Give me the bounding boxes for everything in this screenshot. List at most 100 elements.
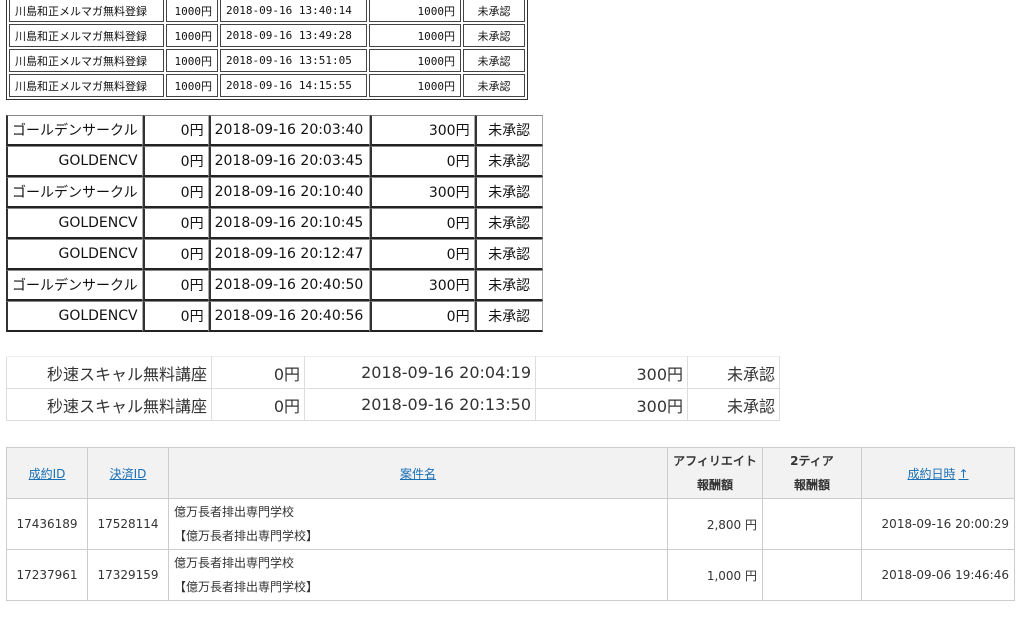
datetime: 2018-09-16 13:51:05 [220,49,367,72]
status: 未承認 [474,301,543,332]
status: 未承認 [687,388,780,421]
table-row: GOLDENCV 0円 2018-09-16 20:10:45 0円 未承認 [6,208,543,239]
datetime: 2018-09-16 13:40:14 [220,0,367,22]
status: 未承認 [474,208,543,239]
table-row: GOLDENCV 0円 2018-09-16 20:40:56 0円 未承認 [6,301,543,332]
item-name: 川島和正メルマガ無料登録 [9,24,164,47]
price: 0円 [142,239,209,270]
header-payment-id: 決済ID [87,447,169,499]
contract-date-cell: 2018-09-16 20:00:29 [861,498,1015,550]
sort-item-name-link[interactable]: 案件名 [400,467,436,481]
status: 未承認 [463,74,525,97]
price: 0円 [142,301,209,332]
price: 0円 [142,208,209,239]
reward: 0円 [369,146,475,177]
header-affiliate-line2: 報酬額 [696,478,733,492]
table-row: 秒速スキャル無料講座 0円 2018-09-16 20:04:19 300円 未… [6,356,780,389]
golden-circle-table: ゴールデンサークル 0円 2018-09-16 20:03:40 300円 未承… [6,115,543,332]
payment-id-cell: 17329159 [87,549,169,601]
item-name: GOLDENCV [6,301,143,332]
header-row: 成約ID 決済ID 案件名 アフィリエイト 報酬額 2ティア 報酬額 成約日時 ↑ [6,447,1015,499]
status: 未承認 [474,177,543,208]
status: 未承認 [687,356,780,389]
header-tier-line1: 2ティア [790,454,834,468]
payment-id-cell: 17528114 [87,498,169,550]
price: 1000円 [166,49,218,72]
reward: 0円 [369,239,475,270]
datetime: 2018-09-16 20:10:45 [208,208,370,239]
header-contract-id: 成約ID [6,447,88,499]
datetime: 2018-09-16 20:03:45 [208,146,370,177]
status: 未承認 [463,49,525,72]
contract-date-cell: 2018-09-06 19:46:46 [861,549,1015,601]
datetime: 2018-09-16 14:15:55 [220,74,367,97]
contract-id-cell: 17237961 [6,549,88,601]
table-row: GOLDENCV 0円 2018-09-16 20:12:47 0円 未承認 [6,239,543,270]
sort-contract-date-link[interactable]: 成約日時 ↑ [907,467,968,481]
item-name: ゴールデンサークル [6,177,143,208]
price: 1000円 [166,0,218,22]
item-name: 秒速スキャル無料講座 [6,388,212,421]
results-table: 成約ID 決済ID 案件名 アフィリエイト 報酬額 2ティア 報酬額 成約日時 ↑… [6,447,1015,601]
table-row: ゴールデンサークル 0円 2018-09-16 20:03:40 300円 未承… [6,115,543,146]
table-row: 川島和正メルマガ無料登録 1000円 2018-09-16 13:51:05 1… [9,49,525,72]
reward: 1000円 [369,24,461,47]
item-name: ゴールデンサークル [6,115,143,146]
item-name: 秒速スキャル無料講座 [6,356,212,389]
datetime: 2018-09-16 20:40:56 [208,301,370,332]
reward: 300円 [369,115,475,146]
reward: 1000円 [369,74,461,97]
table-row: ゴールデンサークル 0円 2018-09-16 20:10:40 300円 未承… [6,177,543,208]
item-name-line1: 億万長者排出専門学校 [174,556,295,570]
price: 1000円 [166,74,218,97]
status: 未承認 [463,0,525,22]
status: 未承認 [474,115,543,146]
table-row: 川島和正メルマガ無料登録 1000円 2018-09-16 13:49:28 1… [9,24,525,47]
reward: 0円 [369,301,475,332]
sort-payment-id-link[interactable]: 決済ID [110,467,147,481]
tier-reward-cell [762,549,862,601]
header-affiliate-reward: アフィリエイト 報酬額 [667,447,763,499]
table-row: 川島和正メルマガ無料登録 1000円 2018-09-16 14:15:55 1… [9,74,525,97]
price: 0円 [142,115,209,146]
item-name-cell: 億万長者排出専門学校 【億万長者排出専門学校】 [168,549,668,601]
datetime: 2018-09-16 20:03:40 [208,115,370,146]
item-name-cell: 億万長者排出専門学校 【億万長者排出専門学校】 [168,498,668,550]
item-name-line2: 【億万長者排出専門学校】 [174,580,319,594]
price: 0円 [211,356,305,389]
table-row: 川島和正メルマガ無料登録 1000円 2018-09-16 13:40:14 1… [9,0,525,22]
status: 未承認 [474,239,543,270]
item-name: GOLDENCV [6,146,143,177]
affiliate-reward-cell: 1,000 円 [667,549,763,601]
item-name: GOLDENCV [6,208,143,239]
mail-magazine-table: 川島和正メルマガ無料登録 1000円 2018-09-16 13:40:14 1… [6,0,528,100]
reward: 0円 [369,208,475,239]
sort-contract-id-link[interactable]: 成約ID [29,467,66,481]
item-name-line1: 億万長者排出専門学校 [174,505,295,519]
header-tier-line2: 報酬額 [793,478,830,492]
reward: 1000円 [369,0,461,22]
item-name-line2: 【億万長者排出専門学校】 [174,529,319,543]
table-row: 17436189 17528114 億万長者排出専門学校 【億万長者排出専門学校… [6,498,1015,550]
affiliate-reward-cell: 2,800 円 [667,498,763,550]
reward: 300円 [535,356,688,389]
table-row: 17237961 17329159 億万長者排出専門学校 【億万長者排出専門学校… [6,549,1015,601]
header-contract-date: 成約日時 ↑ [861,447,1015,499]
datetime: 2018-09-16 20:04:19 [304,356,536,389]
item-name: 川島和正メルマガ無料登録 [9,74,164,97]
sort-ascending-icon: ↑ [958,466,969,481]
datetime: 2018-09-16 20:12:47 [208,239,370,270]
item-name: 川島和正メルマガ無料登録 [9,49,164,72]
item-name: GOLDENCV [6,239,143,270]
reward: 300円 [369,177,475,208]
contract-date-label: 成約日時 [907,466,956,481]
datetime: 2018-09-16 20:13:50 [304,388,536,421]
scalping-table: 秒速スキャル無料講座 0円 2018-09-16 20:04:19 300円 未… [6,356,780,421]
price: 0円 [142,146,209,177]
status: 未承認 [463,24,525,47]
table-row: ゴールデンサークル 0円 2018-09-16 20:40:50 300円 未承… [6,270,543,301]
item-name: 川島和正メルマガ無料登録 [9,0,164,22]
datetime: 2018-09-16 20:10:40 [208,177,370,208]
contract-id-cell: 17436189 [6,498,88,550]
tier-reward-cell [762,498,862,550]
